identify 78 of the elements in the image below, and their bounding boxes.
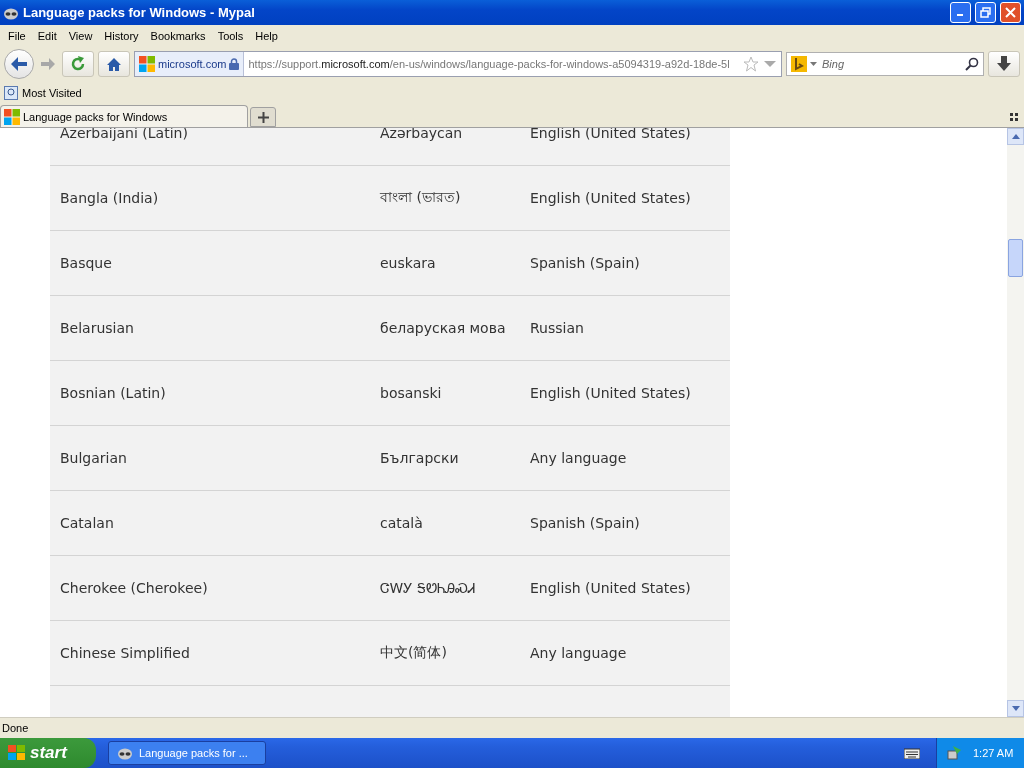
reload-button[interactable]: [62, 51, 94, 77]
restore-icon: [980, 7, 991, 18]
new-tab-button[interactable]: [250, 107, 276, 127]
window-title: Language packs for Windows - Mypal: [23, 5, 256, 20]
download-button[interactable]: [988, 51, 1020, 77]
table-cell-text: Any language: [530, 645, 628, 661]
search-engine-icon[interactable]: [791, 56, 807, 72]
table-cell-text: English (United States): [530, 190, 692, 206]
menu-item[interactable]: Help: [249, 29, 284, 42]
bookmarks-icon: [4, 86, 18, 100]
table-cell-text: ᏣᎳᎩ ᎦᏬᏂᎯᏍᏗ: [380, 579, 477, 597]
table-cell-text: Bosnian (Latin): [60, 385, 167, 401]
table-cell-text: Azərbaycan: [380, 128, 464, 141]
taskbar-button[interactable]: Language packs for ...: [108, 741, 266, 765]
scroll-up-button[interactable]: [1007, 128, 1024, 145]
table-cell-text: Russian: [530, 320, 585, 336]
tab-list-icon[interactable]: [1010, 113, 1018, 121]
scrollbar-thumb[interactable]: [1008, 239, 1023, 277]
download-arrow-icon: [997, 56, 1011, 72]
table-cell-text: català: [380, 515, 424, 531]
home-button[interactable]: [98, 51, 130, 77]
bookmark-item[interactable]: Most Visited: [22, 87, 82, 99]
table-cell-text: English (United States): [530, 128, 692, 141]
restore-button[interactable]: [975, 2, 996, 23]
home-icon: [106, 56, 122, 72]
table-cell-text: Catalan: [60, 515, 115, 531]
minimize-button[interactable]: [950, 2, 971, 23]
table-cell-text: Български: [380, 450, 460, 466]
site-logo-icon: [139, 56, 155, 72]
back-arrow-icon: [10, 56, 28, 72]
plus-icon: [257, 111, 269, 123]
table-cell-text: English (United States): [530, 580, 692, 596]
menu-item[interactable]: View: [62, 29, 99, 42]
lock-icon: [229, 58, 240, 70]
table-cell-text: Basque: [60, 255, 113, 271]
table-cell-text: Cherokee (Cherokee): [60, 580, 209, 596]
table-cell-text: English (United States): [530, 385, 692, 401]
table-cell-text: Bangla (India): [60, 190, 160, 206]
table-cell-text: বাংলা (ভারত): [380, 188, 462, 207]
clock: 1:27 AM: [973, 747, 1014, 759]
favicon-icon: [4, 108, 20, 125]
scroll-down-button[interactable]: [1007, 700, 1024, 717]
menu-item[interactable]: Tools: [211, 29, 250, 42]
url-text: https://support.microsoft.com/en-us/windows/language-packs-for-windows-a5094319-a92d-18de-5l: [247, 58, 731, 70]
forward-arrow-icon: [41, 58, 55, 70]
back-button[interactable]: [4, 49, 34, 79]
dropdown-icon[interactable]: [810, 62, 817, 66]
close-icon: [1005, 7, 1016, 18]
table-cell-text: Spanish (Spain): [530, 515, 641, 531]
close-button[interactable]: [1000, 2, 1021, 23]
keyboard-icon[interactable]: [904, 747, 920, 759]
menu-item[interactable]: Edit: [31, 29, 63, 42]
windows-flag-icon: [8, 745, 26, 761]
network-icon[interactable]: [947, 745, 963, 761]
table-cell-text: Bulgarian: [60, 450, 128, 466]
address-field[interactable]: microsoft.com https://support.microsoft.com/en-us/windows/language-packs-for-windows-a5094319-a92d-18de-5l: [134, 51, 782, 77]
status-text: Done: [2, 722, 29, 734]
table-cell-text: Belarusian: [60, 320, 135, 336]
search-box[interactable]: Bing: [786, 52, 984, 76]
search-icon[interactable]: [965, 57, 979, 71]
menu-item[interactable]: History: [98, 29, 145, 42]
menu-item[interactable]: File: [2, 29, 32, 42]
table-cell-text: 中文(简体): [380, 644, 448, 662]
table-cell-text: Spanish (Spain): [530, 255, 641, 271]
menu-item[interactable]: Bookmarks: [144, 29, 212, 42]
app-icon: [117, 746, 133, 760]
table-cell-text: bosanski: [380, 385, 443, 401]
table-cell-text: Azerbaijani (Latin): [60, 128, 189, 141]
star-icon[interactable]: [743, 56, 759, 72]
down-arrow-icon: [1011, 706, 1020, 711]
browser-tab[interactable]: Language packs for Windows: [0, 105, 248, 127]
table-cell-text: euskara: [380, 255, 437, 271]
table-cell-text: Chinese Simplified: [60, 645, 191, 661]
start-button[interactable]: start: [0, 738, 96, 768]
up-arrow-icon: [1011, 134, 1020, 139]
reload-icon: [70, 56, 86, 72]
table-cell-text: Any language: [530, 450, 628, 466]
table-cell-text: беларуская мова: [380, 320, 507, 336]
